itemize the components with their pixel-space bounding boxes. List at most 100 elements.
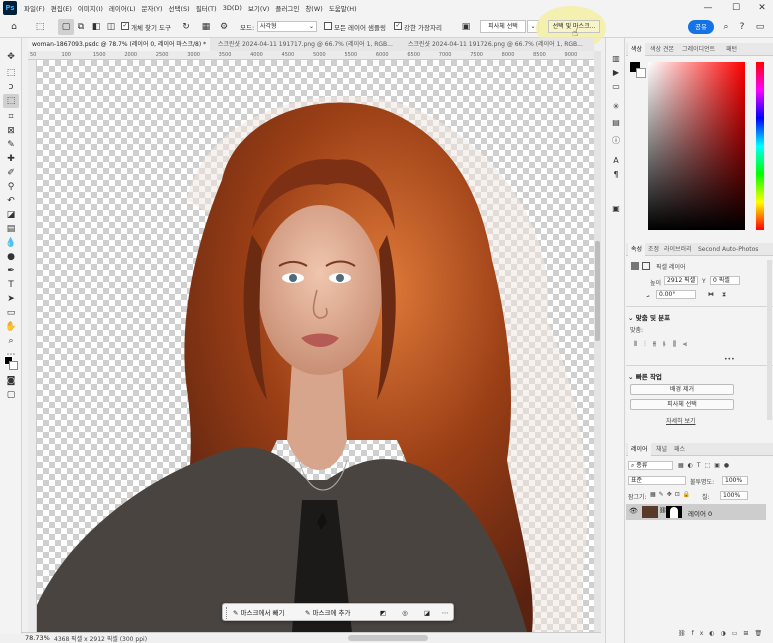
tab-patterns[interactable]: 패턴 (726, 43, 737, 56)
document-canvas[interactable] (37, 60, 594, 632)
object-selection-tool-icon[interactable]: ⬚ (32, 19, 48, 35)
path-selection-icon[interactable]: ➤ (3, 292, 19, 306)
refresh-icon[interactable]: ↻ (178, 19, 194, 35)
history-brush-icon[interactable]: ↶ (3, 194, 19, 208)
mask-settings-icon[interactable]: ◪ (421, 607, 433, 619)
background-color-swatch[interactable] (9, 361, 18, 370)
opacity-field[interactable]: 100% (722, 476, 748, 485)
lock-icons[interactable]: ▦✎✥⊡🔒 (650, 491, 693, 498)
tab-adjustments[interactable]: 조정 (648, 243, 659, 256)
align-buttons-icon[interactable]: ⫴⫶⫵⫳⫼⫷ (634, 340, 694, 349)
quick-mask-icon[interactable]: ◙ (3, 374, 19, 388)
eyedropper-tool-icon[interactable]: ✎ (3, 138, 19, 152)
blur-tool-icon[interactable]: 💧 (3, 236, 19, 250)
minimize-button[interactable]: — (694, 0, 722, 16)
add-to-selection-icon[interactable]: ⧉ (73, 19, 89, 35)
fill-field[interactable]: 100% (720, 491, 748, 500)
hard-edge-checkbox[interactable]: ✓ (394, 22, 402, 30)
menu-window[interactable]: 창(W) (302, 3, 325, 13)
menu-file[interactable]: 파일(F) (21, 3, 48, 13)
new-selection-icon[interactable]: ▢ (58, 19, 74, 35)
character-icon[interactable]: A (609, 154, 623, 166)
history-icon[interactable]: ▥ (609, 52, 623, 64)
pen-tool-icon[interactable]: ✒ (3, 264, 19, 278)
gradient-tool-icon[interactable]: ▤ (3, 222, 19, 236)
scrollbar-thumb[interactable] (595, 241, 600, 341)
subtract-selection-icon[interactable]: ◧ (88, 19, 104, 35)
align-section-header[interactable]: ⌄ 맞춤 및 분포 (628, 312, 670, 322)
layer-name[interactable]: 레이어 0 (688, 508, 712, 518)
comments-icon[interactable]: ▭ (609, 80, 623, 92)
brush-tool-icon[interactable]: ✐ (3, 166, 19, 180)
rectangle-tool-icon[interactable]: ▭ (3, 306, 19, 320)
menu-view[interactable]: 보기(V) (245, 3, 272, 13)
lasso-tool-icon[interactable]: ↄ (3, 80, 19, 94)
menu-plugins[interactable]: 플러그인 (272, 3, 302, 13)
tab-gradients[interactable]: 그레이디언트 (682, 43, 715, 56)
layer-row[interactable]: 👁 ⛓ 레이어 0 (626, 504, 766, 520)
search-icon[interactable]: ⌕ (718, 19, 734, 35)
layer-filter-icons[interactable]: ▦◐T⬚▣● (678, 462, 733, 469)
menu-layer[interactable]: 레이어(L) (106, 3, 139, 13)
mode-select[interactable]: 사각형 ⌄ (257, 21, 317, 32)
tab-second-auto-photos[interactable]: Second Auto-Photos (698, 243, 758, 256)
move-tool-icon[interactable]: ✥ (3, 50, 19, 64)
clone-stamp-icon[interactable]: ⚲ (3, 180, 19, 194)
show-objects-icon[interactable]: ▦ (198, 19, 214, 35)
menu-filter[interactable]: 필터(T) (193, 3, 220, 13)
menu-help[interactable]: 도움말(H) (326, 3, 360, 13)
object-finder-checkbox[interactable]: ✓ (121, 22, 129, 30)
select-subject-quick-button[interactable]: 피사체 선택 (630, 399, 734, 410)
settings-gear-icon[interactable]: ⚙ (216, 19, 232, 35)
flip-vertical-icon[interactable]: ⧗ (722, 291, 726, 299)
quick-actions-header[interactable]: ⌄ 빠른 작업 (628, 371, 662, 381)
close-window-button[interactable]: ✕ (748, 0, 773, 16)
more-options-icon[interactable]: ⋯ (439, 607, 451, 619)
menu-3d[interactable]: 3D(D) (220, 4, 245, 12)
document-tab[interactable]: 스크린샷 2024-04-11 191726.png @ 66.7% (레이어 … (404, 38, 594, 51)
tab-libraries[interactable]: 라이브러리 (664, 243, 692, 256)
actions-icon[interactable]: ▶ (609, 66, 623, 78)
eraser-tool-icon[interactable]: ◪ (3, 208, 19, 222)
share-button[interactable]: 공유 (688, 20, 714, 34)
tab-color[interactable]: 색상 (628, 43, 646, 56)
sample-all-layers-checkbox[interactable] (324, 22, 332, 30)
info-icon[interactable]: ⓘ (609, 134, 623, 146)
screen-mode-icon[interactable]: ▢ (3, 388, 19, 402)
add-to-mask-button[interactable]: ✎ 마스크에 추가 (303, 607, 371, 619)
dodge-tool-icon[interactable]: ● (3, 250, 19, 264)
layer-mask-thumbnail[interactable] (666, 506, 682, 518)
workspace-icon[interactable]: ▭ (752, 19, 768, 35)
type-tool-icon[interactable]: T (3, 278, 19, 292)
feather-mask-icon[interactable]: ◎ (399, 607, 411, 619)
drag-handle[interactable] (226, 607, 228, 619)
layer-filter-select[interactable]: ⌕ 종류 (628, 461, 673, 470)
hand-tool-icon[interactable]: ✋ (3, 320, 19, 334)
eye-icon[interactable]: 👁 (629, 507, 638, 515)
crop-tool-icon[interactable]: ⌗ (3, 110, 19, 124)
y-field[interactable]: 0 픽셀 (710, 276, 740, 285)
tab-properties[interactable]: 속성 (628, 243, 646, 256)
document-tab-active[interactable]: woman-1867093.psdc @ 78.7% (레이어 0, 레이어 마… (28, 38, 210, 51)
tab-channels[interactable]: 채널 (656, 443, 667, 456)
frame-tool-icon[interactable]: ⊠ (3, 124, 19, 138)
select-subject-button[interactable]: 피사체 선택 (480, 20, 526, 33)
background-color-swatch[interactable] (636, 68, 646, 78)
menu-type[interactable]: 문자(Y) (139, 3, 166, 13)
blend-mode-select[interactable]: 표준 (628, 476, 686, 485)
zoom-level[interactable]: 78.73% (25, 634, 50, 642)
subtract-from-mask-button[interactable]: ✎ 마스크에서 빼기 (231, 607, 299, 619)
home-icon[interactable]: ⌂ (6, 19, 22, 35)
tab-layers[interactable]: 레이어 (628, 443, 651, 456)
help-icon[interactable]: ? (734, 19, 750, 35)
color-picker-field[interactable] (648, 62, 745, 230)
flip-horizontal-icon[interactable]: ⧓ (708, 291, 714, 298)
clone-source-icon[interactable]: ▣ (609, 202, 623, 214)
zoom-tool-icon[interactable]: ⌕ (3, 334, 19, 348)
menu-image[interactable]: 이미지(I) (75, 3, 106, 13)
horizontal-scrollbar-thumb[interactable] (348, 635, 428, 641)
marquee-tool-icon[interactable]: ⬚ (3, 66, 19, 80)
hue-slider[interactable] (756, 62, 764, 230)
learn-more-link[interactable]: 자세히 보기 (666, 416, 696, 425)
maximize-button[interactable]: ☐ (722, 0, 750, 16)
